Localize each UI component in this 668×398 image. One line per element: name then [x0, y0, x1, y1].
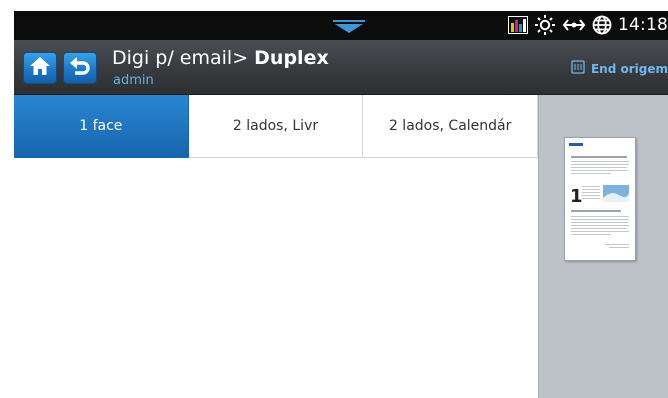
thumbnail-numeral: 1 [570, 186, 583, 207]
preview-pane: 1 [538, 95, 668, 398]
clock: 14:18 [618, 15, 668, 35]
original-orientation-button[interactable]: End origem [571, 60, 668, 77]
original-orientation-label: End origem [590, 61, 668, 76]
back-button[interactable] [63, 52, 97, 84]
page-title: Digi p/ email> Duplex [112, 47, 329, 69]
network-icon [562, 14, 586, 36]
back-arrow-icon [69, 56, 91, 80]
home-button[interactable] [23, 52, 57, 84]
option-2-sided-calendar[interactable]: 2 lados, Calendár [363, 95, 539, 158]
header-bar: Digi p/ email> Duplex admin End origem [14, 40, 668, 95]
home-icon [29, 56, 51, 80]
option-2-sided-book[interactable]: 2 lados, Livr [188, 95, 364, 158]
user-name: admin [113, 73, 154, 88]
status-icons: 14:18 [508, 14, 668, 36]
option-1-sided[interactable]: 1 face [14, 95, 189, 158]
toner-levels-icon[interactable] [508, 14, 528, 36]
page-preview-thumbnail: 1 [564, 137, 636, 261]
status-bar: 14:18 [14, 11, 668, 40]
globe-icon [592, 14, 612, 36]
title-path: Digi p/ email> [112, 47, 255, 69]
pulldown-arrow-icon[interactable] [332, 19, 366, 38]
duplex-options: 1 face 2 lados, Livr 2 lados, Calendár [14, 95, 539, 158]
sun-icon [534, 14, 556, 36]
options-content-area [14, 158, 538, 398]
title-current: Duplex [254, 47, 329, 69]
document-icon [571, 60, 585, 77]
document-preview-image: 1 [569, 143, 629, 248]
